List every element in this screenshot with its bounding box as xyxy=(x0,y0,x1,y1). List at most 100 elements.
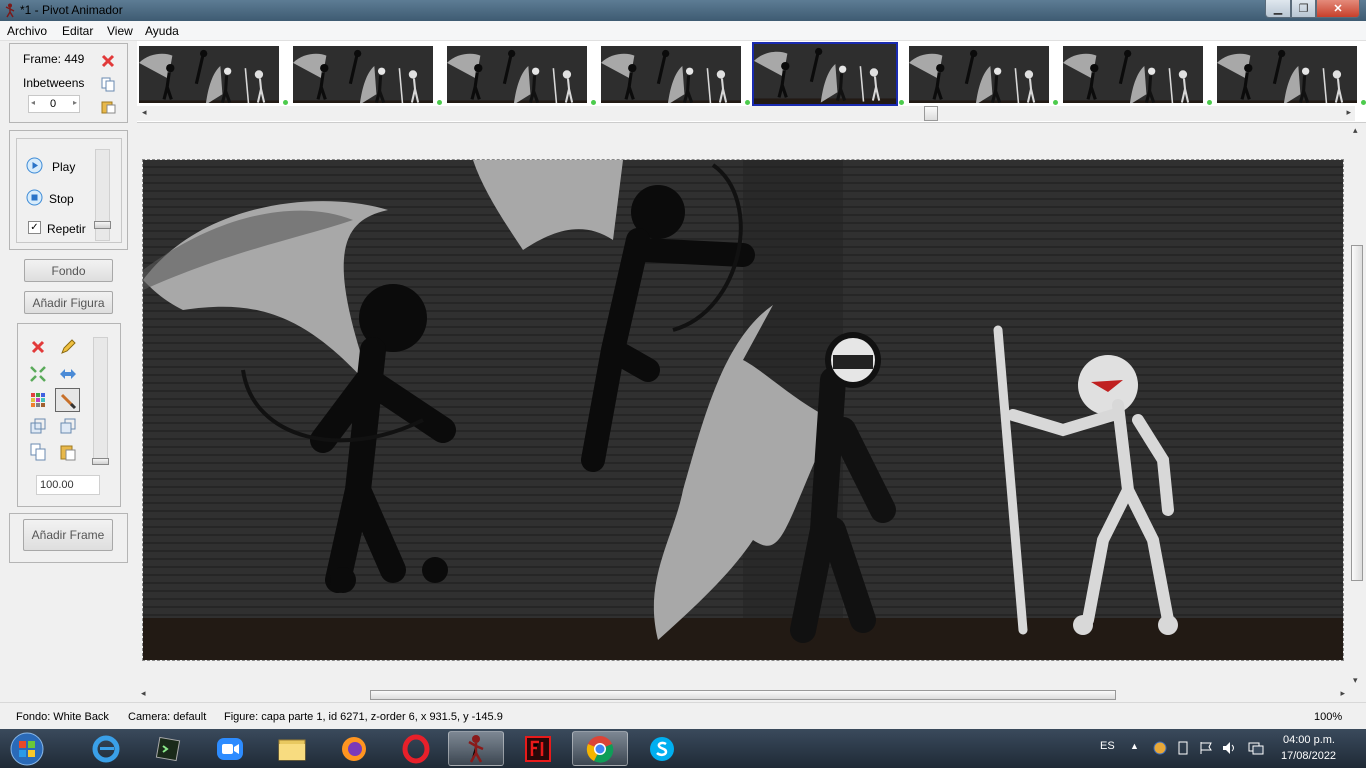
inbetweens-stepper[interactable]: ◂ 0 ▸ xyxy=(28,95,80,113)
edit-pencil-icon[interactable] xyxy=(58,337,78,357)
frame-thumbnail[interactable] xyxy=(447,46,587,103)
add-figure-button[interactable]: Añadir Figura xyxy=(24,291,113,314)
language-indicator[interactable]: ES xyxy=(1100,740,1115,752)
window-title: *1 - Pivot Animador xyxy=(20,3,123,17)
paste-icon[interactable] xyxy=(101,99,116,114)
figure-tools-panel: 100.00 xyxy=(17,323,121,507)
tray-expand-icon[interactable]: ▲ xyxy=(1130,741,1139,751)
frame-thumbnail[interactable] xyxy=(601,46,741,103)
taskbar-chrome[interactable] xyxy=(572,731,628,766)
fondo-button[interactable]: Fondo xyxy=(24,259,113,282)
minimize-button[interactable]: ▁ xyxy=(1265,0,1291,18)
frame-thumbnail-preview xyxy=(139,47,279,103)
frame-thumbnail-preview xyxy=(1063,47,1203,103)
paste-figure-icon[interactable] xyxy=(58,442,78,462)
status-zoom: 100% xyxy=(1314,711,1343,723)
repeat-checkbox[interactable]: ✓ xyxy=(28,221,41,234)
scroll-right2-icon[interactable]: ▸ xyxy=(1340,688,1345,699)
close-window-button[interactable]: ✕ xyxy=(1316,0,1360,18)
inbetweens-value: 0 xyxy=(50,98,57,110)
taskbar-explorer[interactable] xyxy=(264,731,320,766)
taskbar-flash[interactable] xyxy=(510,731,566,766)
figure-scale-slider[interactable] xyxy=(92,337,109,465)
taskbar-ie[interactable] xyxy=(78,731,134,766)
keyframe-marker xyxy=(437,100,442,105)
decrement-icon[interactable]: ◂ xyxy=(31,98,35,107)
keyframe-marker xyxy=(1207,100,1212,105)
stop-icon[interactable] xyxy=(26,189,43,206)
taskbar-zoom[interactable] xyxy=(202,731,258,766)
frame-thumbnail[interactable] xyxy=(909,46,1049,103)
menu-archivo[interactable]: Archivo xyxy=(7,24,47,38)
center-figure-icon[interactable] xyxy=(28,364,48,384)
status-bar: Fondo: White Back Camera: default Figure… xyxy=(0,702,1366,729)
opera-icon xyxy=(402,734,430,763)
frame-thumbnail[interactable] xyxy=(752,42,898,106)
send-back-icon[interactable] xyxy=(28,416,48,436)
taskbar-terminal[interactable] xyxy=(140,731,196,766)
scroll-up-icon[interactable]: ▴ xyxy=(1353,125,1358,136)
frame-thumbnail[interactable] xyxy=(1217,46,1357,103)
status-figure: Figure: capa parte 1, id 6271, z-order 6… xyxy=(224,711,503,723)
menu-editar[interactable]: Editar xyxy=(62,24,93,38)
tray-volume-icon[interactable] xyxy=(1222,741,1238,755)
scroll-left2-icon[interactable]: ◂ xyxy=(141,688,146,699)
menu-ayuda[interactable]: Ayuda xyxy=(145,24,179,38)
animation-stage[interactable] xyxy=(142,159,1344,661)
taskbar-skype[interactable] xyxy=(634,731,690,766)
scroll-left-icon[interactable]: ◂ xyxy=(142,107,147,118)
tray-flag-icon[interactable] xyxy=(1199,741,1213,755)
timeline-scroll-thumb[interactable] xyxy=(924,106,938,121)
speed-slider[interactable] xyxy=(94,149,111,241)
frame-thumbnail-preview xyxy=(909,47,1049,103)
figure-scale-input[interactable]: 100.00 xyxy=(36,475,100,495)
copy-icon[interactable] xyxy=(101,77,115,92)
frame-thumbnail[interactable] xyxy=(139,46,279,103)
tray-network-icon[interactable] xyxy=(1248,741,1264,755)
flash-icon xyxy=(525,735,551,762)
frame-thumbnail-preview xyxy=(601,47,741,103)
increment-icon[interactable]: ▸ xyxy=(73,98,77,107)
clock-date[interactable]: 17/08/2022 xyxy=(1281,750,1336,762)
horizontal-scrollbar[interactable]: ◂ ▸ xyxy=(137,688,1349,702)
bring-front-icon[interactable] xyxy=(58,416,78,436)
vertical-scrollbar[interactable]: ▴ ▾ xyxy=(1349,123,1366,688)
play-icon[interactable] xyxy=(26,157,43,174)
copy-figure-icon[interactable] xyxy=(28,442,48,462)
timeline-scrollbar[interactable]: ◂ ▸ xyxy=(137,106,1355,121)
clock-time[interactable]: 04:00 p.m. xyxy=(1283,734,1335,746)
playback-panel: Play Stop ✓ Repetir xyxy=(9,130,128,250)
skype-icon xyxy=(650,736,674,761)
add-frame-button[interactable]: Añadir Frame xyxy=(23,519,113,551)
menu-view[interactable]: View xyxy=(107,24,133,38)
color-palette-icon[interactable] xyxy=(28,390,48,410)
start-button[interactable] xyxy=(0,731,54,766)
delete-frame-icon[interactable] xyxy=(101,54,115,68)
figure-scale-thumb[interactable] xyxy=(92,458,109,465)
flip-figure-icon[interactable] xyxy=(58,364,78,384)
restore-button[interactable]: ❐ xyxy=(1291,0,1316,18)
folder-icon xyxy=(278,739,306,760)
firefox-icon xyxy=(342,736,366,761)
taskbar-opera[interactable] xyxy=(388,731,444,766)
frame-thumbnail[interactable] xyxy=(293,46,433,103)
stage-scene xyxy=(143,160,1343,660)
taskbar-pivot[interactable] xyxy=(448,731,504,766)
frame-thumbnail[interactable] xyxy=(1063,46,1203,103)
tray-device-icon[interactable] xyxy=(1176,741,1190,755)
keyframe-marker xyxy=(1053,100,1058,105)
scroll-right-icon[interactable]: ▸ xyxy=(1346,107,1351,118)
play-button[interactable]: Play xyxy=(52,160,75,174)
delete-figure-icon[interactable] xyxy=(28,337,48,357)
speed-slider-thumb[interactable] xyxy=(94,221,111,229)
horizontal-scroll-thumb[interactable] xyxy=(370,690,1116,700)
stop-button[interactable]: Stop xyxy=(49,192,74,206)
menu-bar: Archivo Editar View Ayuda xyxy=(0,21,1366,41)
tray-globe-icon[interactable] xyxy=(1153,741,1167,755)
status-camera: Camera: default xyxy=(128,711,207,723)
frame-thumbnail-preview xyxy=(1217,47,1357,103)
taskbar-firefox[interactable] xyxy=(326,731,382,766)
brush-tool-button[interactable] xyxy=(55,388,80,412)
scroll-down-icon[interactable]: ▾ xyxy=(1353,675,1358,686)
vertical-scroll-thumb[interactable] xyxy=(1351,245,1363,581)
